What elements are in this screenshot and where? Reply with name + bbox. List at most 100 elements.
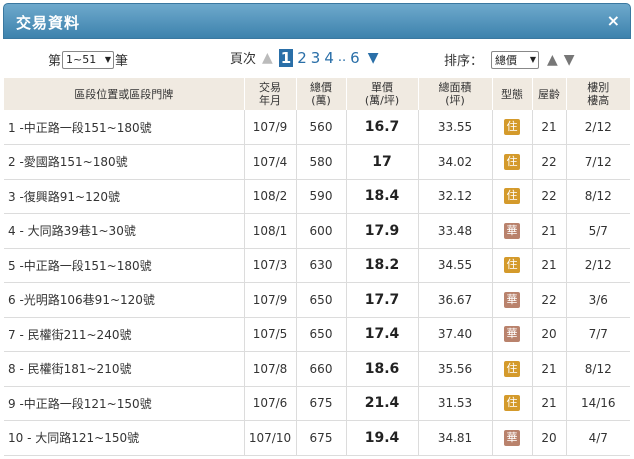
page-link-2[interactable]: 2 bbox=[297, 49, 307, 67]
page-link-1[interactable]: 1 bbox=[278, 48, 294, 67]
col-age-header-line: 屋齡 bbox=[538, 87, 560, 101]
total-price-cell: 630 bbox=[296, 248, 347, 283]
total-price-cell: 590 bbox=[296, 179, 347, 214]
area-cell: 34.81 bbox=[418, 420, 493, 456]
table-row[interactable]: 9 -中正路一段121~150號 107/6 675 21.4 31.53 住 21 14/1… bbox=[4, 386, 630, 421]
table-row[interactable]: 2 -愛國路151~180號 107/4 580 17 34.02 住 22 7/12 bbox=[4, 144, 630, 180]
col-area-header: 總面積 (坪) bbox=[418, 78, 493, 110]
type-badge: 華 bbox=[504, 291, 520, 308]
age-cell: 20 bbox=[532, 317, 567, 352]
area-cell: 34.02 bbox=[418, 144, 493, 180]
address-cell: 10 - 大同路121~150號 bbox=[4, 420, 245, 456]
date-cell: 107/4 bbox=[244, 144, 297, 180]
table-row[interactable]: 8 - 民權街181~210號 107/8 660 18.6 35.56 住 21 8/12 bbox=[4, 351, 630, 387]
table-row[interactable]: 6 -光明路106巷91~120號 107/9 650 17.7 36.67 華 22 3/6 bbox=[4, 282, 630, 318]
range-prefix: 第 bbox=[48, 54, 62, 69]
type-badge: 住 bbox=[504, 188, 520, 205]
table-header-row: 區段位置或區段門牌 交易 年月 總價 (萬) 單價 (萬/坪) 總面積 (坪) 型態 屋齡 樓別 樓高 bbox=[4, 78, 630, 110]
area-cell: 36.67 bbox=[418, 282, 493, 318]
sort-descending-icon[interactable]: ▼ bbox=[564, 52, 575, 68]
range-selector: 第 1~51 ▼ 筆 bbox=[48, 50, 128, 69]
col-date-header: 交易 年月 bbox=[244, 78, 297, 110]
transactions-table: 區段位置或區段門牌 交易 年月 總價 (萬) 單價 (萬/坪) 總面積 (坪) 型態 屋齡 樓別 樓高 … bbox=[4, 78, 630, 456]
page-link-last[interactable]: 6 bbox=[350, 49, 360, 67]
col-date-header-line: 年月 bbox=[259, 94, 281, 107]
table-row[interactable]: 3 -復興路91~120號 108/2 590 18.4 32.12 住 22 8/12 bbox=[4, 179, 630, 214]
table-row[interactable]: 5 -中正路一段151~180號 107/3 630 18.2 34.55 住 21 2/12 bbox=[4, 248, 630, 283]
unit-price-cell: 17.4 bbox=[346, 317, 419, 352]
unit-price-cell: 16.7 bbox=[346, 110, 419, 145]
area-cell: 35.56 bbox=[418, 351, 493, 387]
address-cell: 1 -中正路一段151~180號 bbox=[4, 110, 245, 145]
type-cell: 住 bbox=[492, 248, 533, 283]
address-cell: 6 -光明路106巷91~120號 bbox=[4, 282, 245, 318]
sort-ascending-icon[interactable]: ▲ bbox=[547, 52, 558, 68]
date-cell: 107/9 bbox=[244, 110, 297, 145]
col-age-header: 屋齡 bbox=[532, 78, 567, 110]
next-page-icon[interactable]: ▼ bbox=[368, 50, 379, 66]
floor-cell: 7/7 bbox=[566, 317, 630, 352]
address-cell: 9 -中正路一段121~150號 bbox=[4, 386, 245, 421]
table-row[interactable]: 4 - 大同路39巷1~30號 108/1 600 17.9 33.48 華 21 5/7 bbox=[4, 213, 630, 249]
floor-cell: 14/16 bbox=[566, 386, 630, 421]
type-badge: 住 bbox=[504, 153, 520, 170]
table-row[interactable]: 10 - 大同路121~150號 107/10 675 19.4 34.81 華 20 4/7 bbox=[4, 420, 630, 456]
table-body: 1 -中正路一段151~180號 107/9 560 16.7 33.55 住 21 2/12… bbox=[4, 110, 630, 456]
age-cell: 21 bbox=[532, 351, 567, 387]
col-floor-header-line: 樓高 bbox=[587, 94, 610, 107]
type-badge: 華 bbox=[504, 222, 520, 239]
sort-select[interactable]: 總價 ▼ bbox=[491, 50, 540, 69]
col-type-header-line: 型態 bbox=[501, 87, 523, 101]
age-cell: 21 bbox=[532, 248, 567, 283]
type-badge: 住 bbox=[504, 257, 520, 274]
type-cell: 住 bbox=[492, 144, 533, 180]
total-price-cell: 650 bbox=[296, 317, 347, 352]
col-date-header-line: 交易 bbox=[259, 81, 281, 94]
unit-price-cell: 17 bbox=[346, 144, 419, 180]
chevron-down-icon: ▼ bbox=[104, 55, 112, 64]
close-icon[interactable]: × bbox=[607, 11, 620, 30]
range-suffix: 筆 bbox=[115, 54, 129, 69]
col-type-header: 型態 bbox=[492, 78, 533, 110]
total-price-cell: 560 bbox=[296, 110, 347, 145]
date-cell: 107/10 bbox=[244, 420, 297, 456]
page-link-4[interactable]: 4 bbox=[324, 49, 334, 67]
type-badge: 住 bbox=[504, 360, 520, 377]
col-total-price-header-line: (萬) bbox=[311, 94, 331, 107]
toolbar: 第 1~51 ▼ 筆 頁次 ▲ 1 2 3 4 .. 6 ▼ 排序： 總價 ▼ … bbox=[0, 44, 634, 74]
table-row[interactable]: 7 - 民權街211~240號 107/5 650 17.4 37.40 華 20 7/7 bbox=[4, 317, 630, 352]
range-select[interactable]: 1~51 ▼ bbox=[62, 50, 115, 69]
range-select-value: 1~51 bbox=[66, 53, 97, 66]
unit-price-cell: 18.2 bbox=[346, 248, 419, 283]
unit-price-cell: 21.4 bbox=[346, 386, 419, 421]
total-price-cell: 675 bbox=[296, 386, 347, 421]
type-cell: 住 bbox=[492, 179, 533, 214]
date-cell: 108/1 bbox=[244, 213, 297, 249]
page-link-3[interactable]: 3 bbox=[311, 49, 321, 67]
date-cell: 108/2 bbox=[244, 179, 297, 214]
area-cell: 32.12 bbox=[418, 179, 493, 214]
address-cell: 8 - 民權街181~210號 bbox=[4, 351, 245, 387]
table-row[interactable]: 1 -中正路一段151~180號 107/9 560 16.7 33.55 住 21 2/12 bbox=[4, 110, 630, 145]
total-price-cell: 675 bbox=[296, 420, 347, 456]
area-cell: 37.40 bbox=[418, 317, 493, 352]
date-cell: 107/8 bbox=[244, 351, 297, 387]
area-cell: 33.48 bbox=[418, 213, 493, 249]
area-cell: 34.55 bbox=[418, 248, 493, 283]
prev-page-icon: ▲ bbox=[262, 49, 273, 66]
age-cell: 22 bbox=[532, 144, 567, 180]
age-cell: 21 bbox=[532, 213, 567, 249]
total-price-cell: 650 bbox=[296, 282, 347, 318]
type-badge: 住 bbox=[504, 119, 520, 135]
floor-cell: 8/12 bbox=[566, 179, 630, 214]
date-cell: 107/3 bbox=[244, 248, 297, 283]
area-cell: 31.53 bbox=[418, 386, 493, 421]
col-floor-header-line: 樓別 bbox=[587, 81, 610, 94]
total-price-cell: 600 bbox=[296, 213, 347, 249]
type-badge: 住 bbox=[504, 395, 520, 412]
floor-cell: 2/12 bbox=[566, 110, 630, 145]
address-cell: 5 -中正路一段151~180號 bbox=[4, 248, 245, 283]
age-cell: 22 bbox=[532, 179, 567, 214]
pagination: 頁次 ▲ 1 2 3 4 .. 6 ▼ bbox=[230, 48, 378, 67]
col-address-header: 區段位置或區段門牌 bbox=[4, 78, 245, 110]
